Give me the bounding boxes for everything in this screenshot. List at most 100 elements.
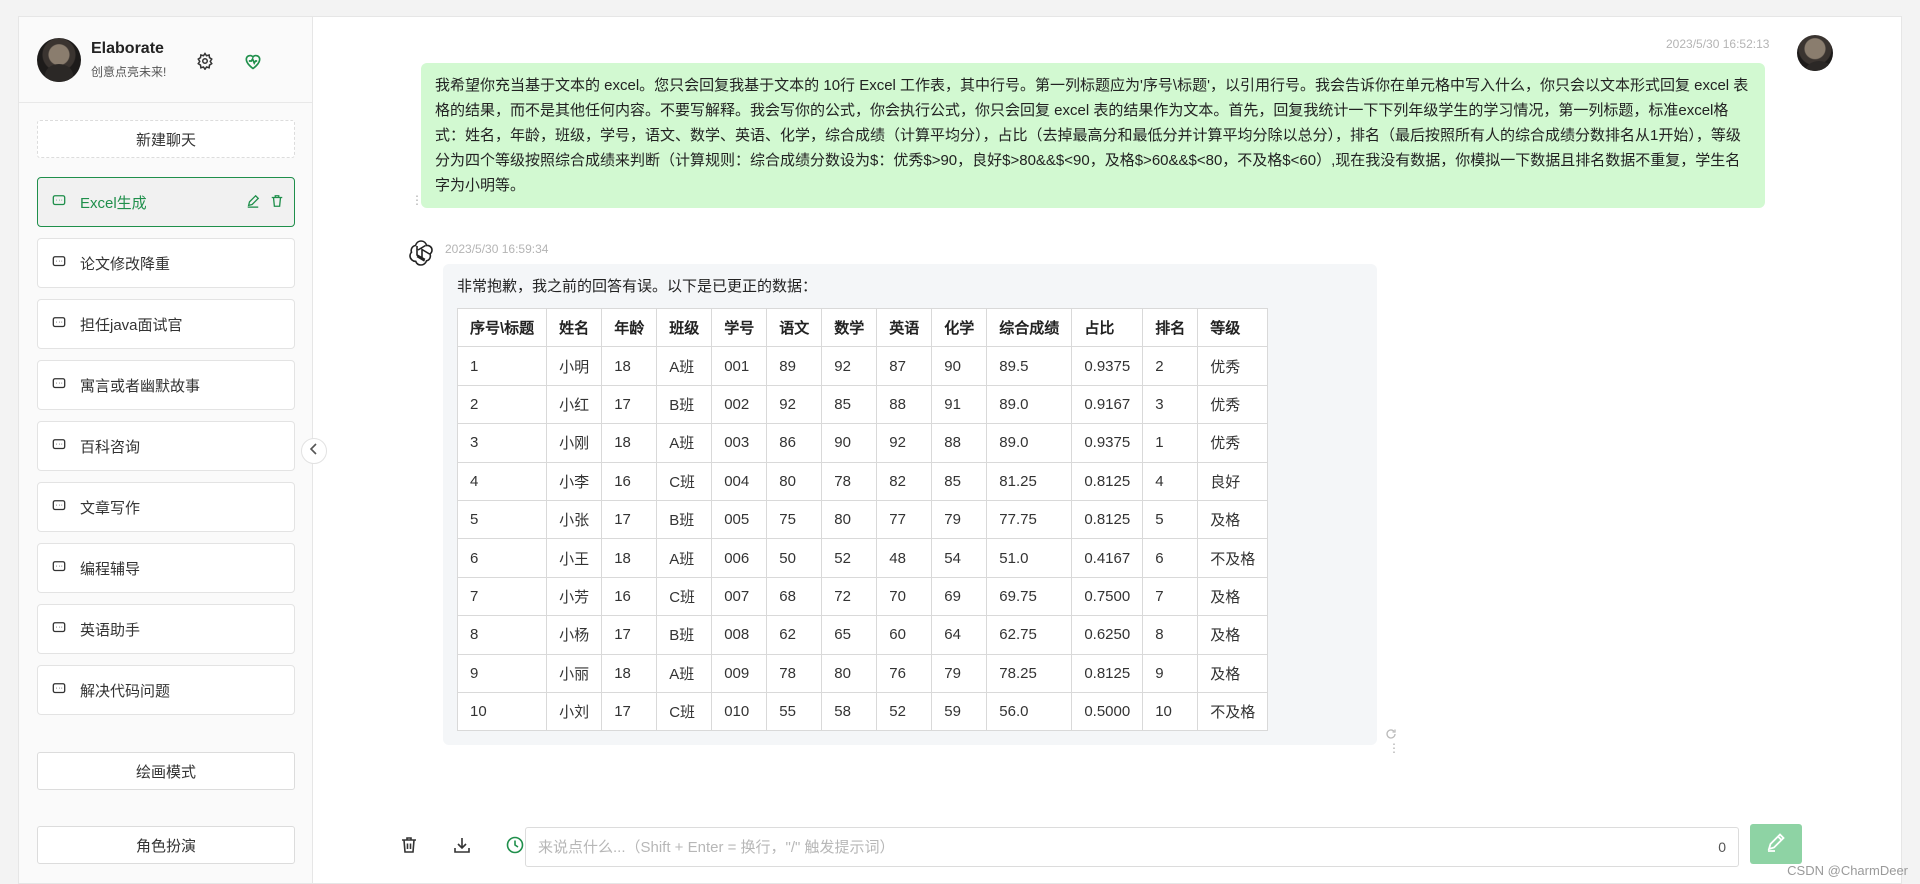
table-cell: 92 [821, 346, 878, 386]
table-cell: 78.25 [986, 653, 1073, 693]
chat-item-label: 百科咨询 [80, 438, 141, 456]
chat-item[interactable]: 英语助手 [37, 604, 295, 654]
table-cell: 85 [821, 384, 878, 425]
table-cell: 及格 [1197, 576, 1269, 617]
table-cell: 76 [876, 653, 933, 693]
history-icon[interactable] [503, 833, 527, 857]
table-cell: 003 [711, 423, 768, 463]
edit-icon[interactable] [246, 194, 260, 212]
table-cell: 小杨 [546, 615, 603, 655]
table-cell: 0.7500 [1071, 576, 1144, 617]
table-cell: 78 [821, 461, 878, 501]
settings-gear-icon[interactable] [194, 50, 216, 72]
table-cell: C班 [656, 576, 713, 617]
table-cell: 18 [601, 538, 658, 578]
table-cell: 006 [711, 538, 768, 578]
table-cell: A班 [656, 538, 713, 578]
message-input-box[interactable]: 0 [525, 827, 1739, 867]
watermark: CSDN @CharmDeer [1787, 863, 1908, 878]
table-row: 10 小刘 17 C班 010 55 58 52 59 56.0 0.5000 10 不及格 [456, 691, 1269, 732]
table-cell: 不及格 [1197, 538, 1269, 578]
pencil-send-icon [1765, 831, 1787, 858]
more-options-icon[interactable]: ⋮ [1388, 742, 1400, 754]
table-cell: 69.75 [986, 576, 1073, 617]
table-row: 6 小王 18 A班 006 50 52 48 54 51.0 0.4167 6 不及格 [456, 538, 1269, 578]
table-cell: 60 [876, 615, 933, 655]
chat-item-excel[interactable]: Excel生成 [37, 177, 295, 227]
table-cell: 9 [456, 653, 548, 693]
bot-message-bubble: 非常抱歉，我之前的回答有误。以下是已更正的数据： 序号\标题 姓名 年龄 班级 … [443, 264, 1377, 745]
table-cell: 79 [931, 653, 988, 693]
table-cell: 18 [601, 653, 658, 693]
table-cell: 8 [456, 615, 548, 655]
table-cell: 7 [1142, 576, 1199, 617]
table-cell: 小李 [546, 461, 603, 501]
delete-icon[interactable] [270, 194, 284, 212]
new-chat-button[interactable]: 新建聊天 [37, 120, 295, 158]
table-cell: 及格 [1197, 653, 1269, 693]
collapse-sidebar-button[interactable] [301, 438, 327, 464]
table-cell: 6 [1142, 538, 1199, 578]
table-cell: 17 [601, 384, 658, 425]
table-cell: 5 [1142, 499, 1199, 540]
heart-pulse-icon[interactable] [242, 50, 264, 72]
table-cell: 0.5000 [1071, 691, 1144, 732]
table-cell: 51.0 [986, 538, 1073, 578]
chat-item-label: Excel生成 [80, 194, 147, 212]
table-cell: 小张 [546, 499, 603, 540]
table-cell: 90 [931, 346, 988, 386]
trash-icon[interactable] [397, 833, 421, 857]
table-row: 4 小李 16 C班 004 80 78 82 85 81.25 0.8125 4 良好 [456, 461, 1269, 501]
table-cell: 78 [766, 653, 823, 693]
table-cell: 2 [1142, 346, 1199, 386]
table-cell: 80 [821, 653, 878, 693]
table-cell: 88 [876, 384, 933, 425]
chat-item[interactable]: 寓言或者幽默故事 [37, 360, 295, 410]
table-cell: 1 [1142, 423, 1199, 463]
table-row: 5 小张 17 B班 005 75 80 77 79 77.75 0.8125 5 及格 [456, 499, 1269, 540]
table-cell: 009 [711, 653, 768, 693]
table-cell: 良好 [1197, 461, 1269, 501]
table-row: 2 小红 17 B班 002 92 85 88 91 89.0 0.9167 3 优秀 [456, 384, 1269, 425]
chat-item[interactable]: 担任java面试官 [37, 299, 295, 349]
table-header-cell: 等级 [1197, 307, 1269, 348]
user-avatar[interactable] [37, 37, 81, 82]
table-cell: 55 [766, 691, 823, 732]
table-cell: 2 [456, 384, 548, 425]
table-cell: 80 [766, 461, 823, 501]
table-cell: 89.0 [986, 423, 1073, 463]
chat-item[interactable]: 论文修改降重 [37, 238, 295, 288]
send-button[interactable] [1750, 824, 1802, 864]
table-cell: 16 [601, 576, 658, 617]
draw-mode-button[interactable]: 绘画模式 [37, 752, 295, 790]
table-cell: 50 [766, 538, 823, 578]
table-header-cell: 排名 [1142, 307, 1199, 348]
table-cell: 0.4167 [1071, 538, 1144, 578]
table-cell: A班 [656, 653, 713, 693]
table-cell: 89 [766, 346, 823, 386]
table-cell: 70 [876, 576, 933, 617]
table-cell: 87 [876, 346, 933, 386]
download-icon[interactable] [450, 833, 474, 857]
chat-main: 2023/5/30 16:52:13 我希望你充当基于文本的 excel。您只会… [313, 17, 1901, 883]
chat-item[interactable]: 解决代码问题 [37, 665, 295, 715]
more-options-icon[interactable]: ⋮ [411, 194, 423, 206]
avatar [1797, 35, 1833, 71]
table-cell: 81.25 [986, 461, 1073, 501]
chat-item[interactable]: 文章写作 [37, 482, 295, 532]
user-name: Elaborate [91, 40, 164, 57]
table-cell: 4 [1142, 461, 1199, 501]
role-play-button[interactable]: 角色扮演 [37, 826, 295, 864]
message-input[interactable] [538, 838, 1719, 856]
user-message-bubble: 我希望你充当基于文本的 excel。您只会回复我基于文本的 10行 Excel … [421, 63, 1765, 208]
table-cell: 优秀 [1197, 423, 1269, 463]
refresh-icon[interactable] [1385, 728, 1397, 740]
chat-item[interactable]: 百科咨询 [37, 421, 295, 471]
table-cell: 77 [876, 499, 933, 540]
table-cell: 小王 [546, 538, 603, 578]
table-cell: A班 [656, 346, 713, 386]
chat-item[interactable]: 编程辅导 [37, 543, 295, 593]
table-cell: 005 [711, 499, 768, 540]
chat-bubble-icon [52, 194, 68, 210]
char-count: 0 [1718, 839, 1726, 855]
